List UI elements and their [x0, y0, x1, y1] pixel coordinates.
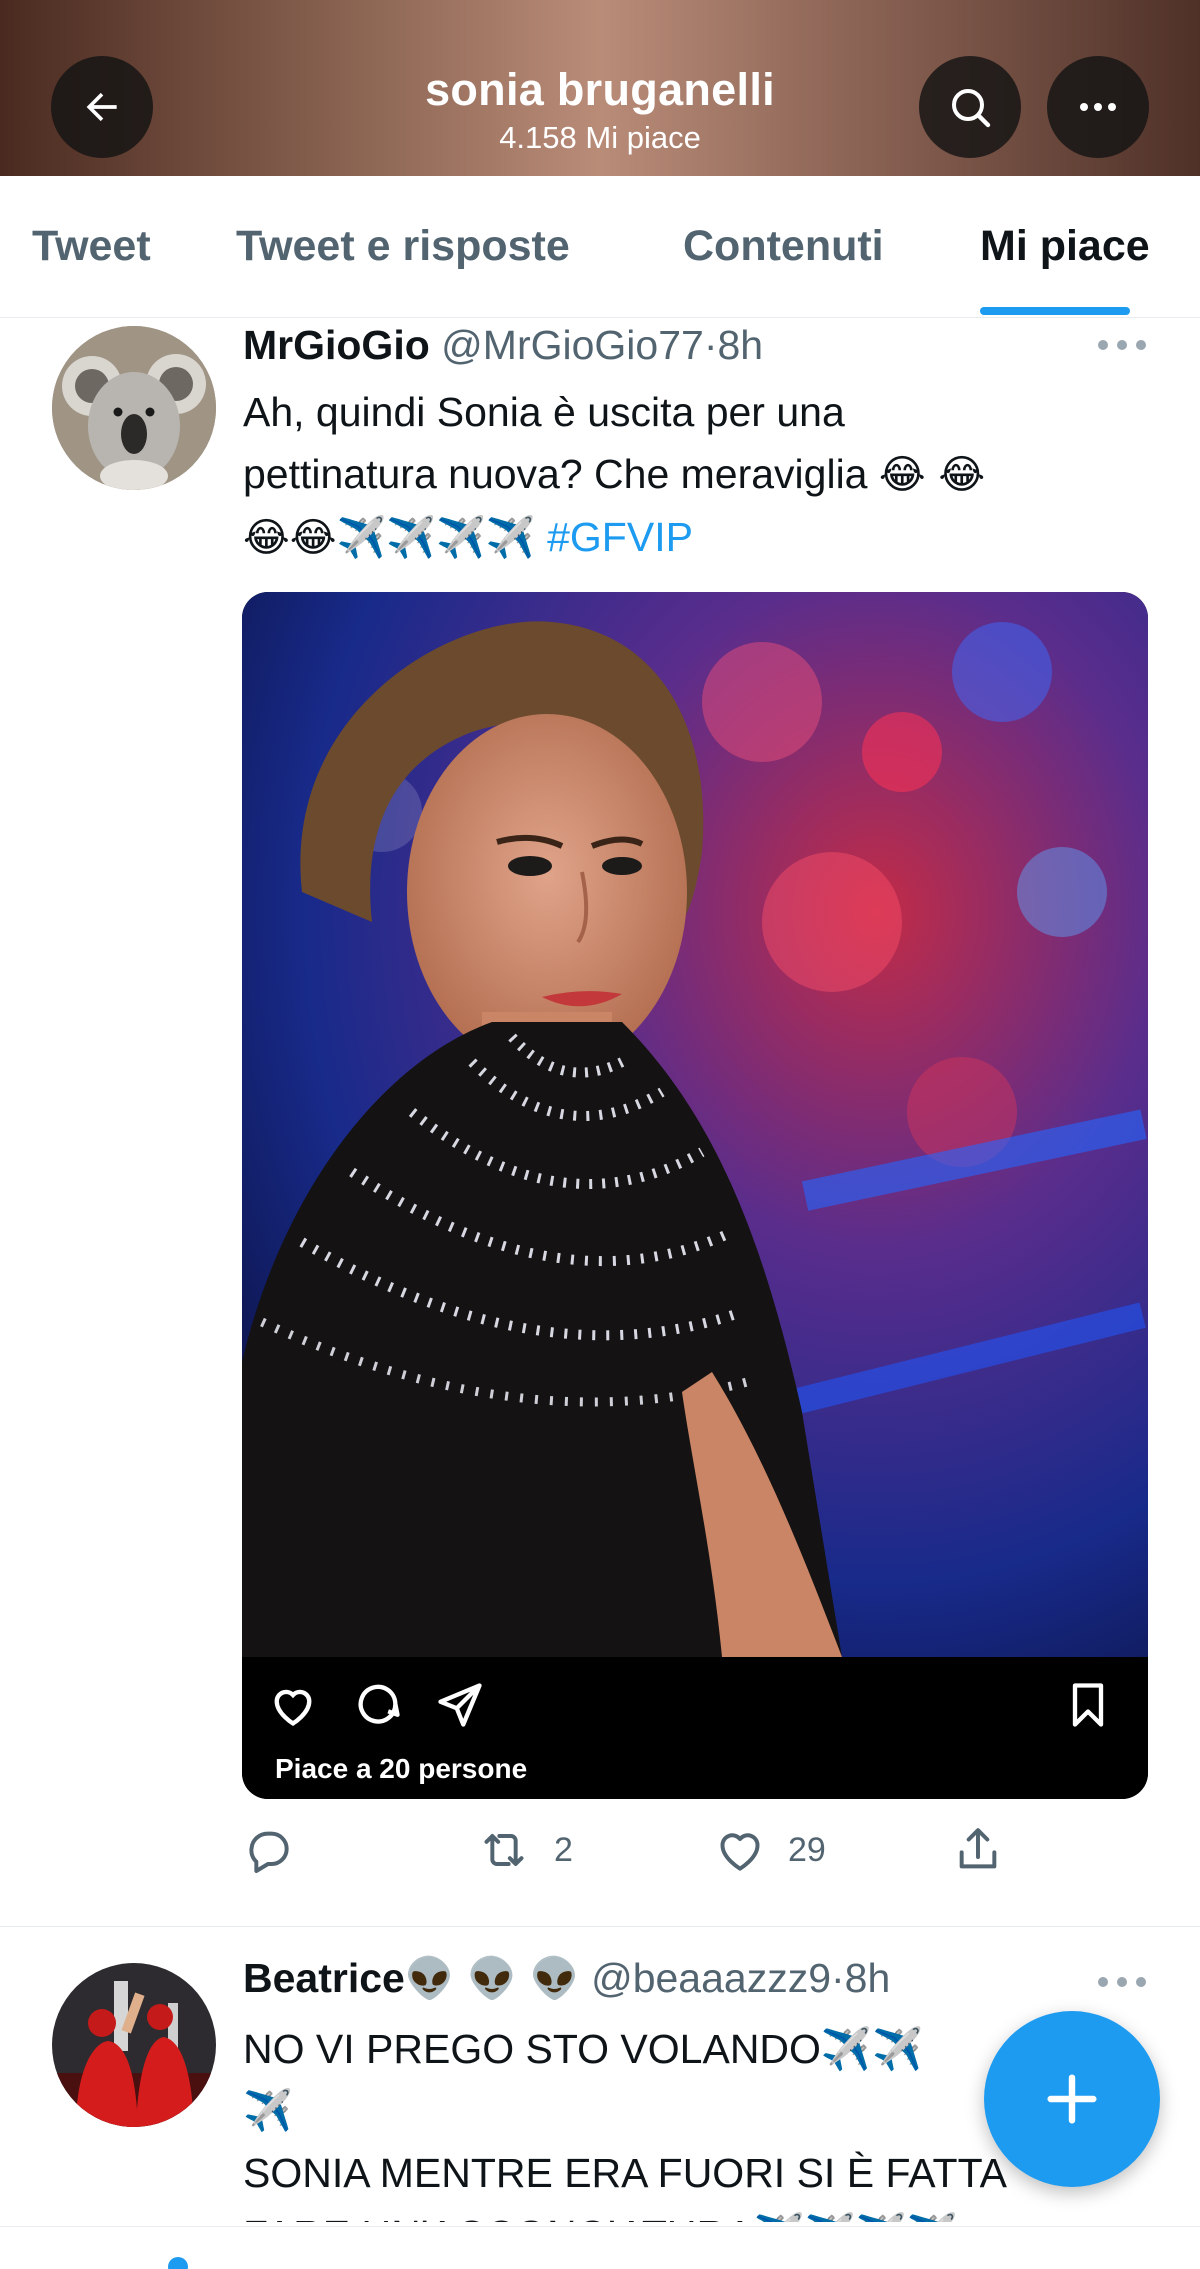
likes-count: 4.158 Mi piace	[499, 120, 701, 155]
back-button[interactable]	[51, 56, 153, 158]
tweet-time[interactable]: 8h	[717, 322, 763, 368]
heart-icon[interactable]	[267, 1679, 319, 1731]
dot-icon	[1136, 1977, 1146, 1987]
more-horizontal-icon	[1080, 103, 1116, 111]
ferrari-avatar-image	[52, 1963, 216, 2127]
koala-avatar-image	[52, 326, 216, 490]
tweet-header: MrGioGio @MrGioGio77·8h	[243, 322, 763, 369]
dot-icon	[1136, 340, 1146, 350]
author-handle[interactable]: @MrGioGio77	[441, 322, 704, 368]
tab-tweet-e-risposte[interactable]: Tweet e risposte	[236, 222, 570, 271]
profile-tabs: Tweet Tweet e risposte Contenuti Mi piac…	[0, 176, 1200, 318]
tab-mi-piace[interactable]: Mi piace	[980, 222, 1150, 271]
like-count: 29	[788, 1830, 826, 1869]
notification-dot	[168, 2257, 188, 2269]
retweet-icon	[484, 1834, 524, 1866]
share-button[interactable]	[950, 1820, 1006, 1880]
separator-dot: ·	[703, 322, 718, 368]
tweet-time[interactable]: 8h	[845, 1955, 891, 2001]
avatar[interactable]	[52, 326, 216, 490]
tweet-divider	[0, 1926, 1200, 1927]
embedded-media[interactable]: Piace a 20 persone	[242, 592, 1148, 1799]
tweet-text-line: Ah, quindi Sonia è uscita per una	[243, 389, 845, 435]
profile-name: sonia bruganelli	[425, 64, 775, 115]
search-button[interactable]	[919, 56, 1021, 158]
post-likes-text: Piace a 20 persone	[275, 1753, 528, 1784]
send-icon[interactable]	[434, 1679, 486, 1731]
bottom-nav-border	[0, 2226, 1200, 2227]
arrow-left-icon	[86, 92, 117, 122]
avatar[interactable]	[52, 1963, 216, 2127]
tab-contenuti[interactable]: Contenuti	[683, 222, 884, 271]
author-handle[interactable]: @beaaazzz9	[591, 1955, 831, 2001]
tab-tweet[interactable]: Tweet	[32, 222, 151, 271]
profile-header: sonia bruganelli 4.158 Mi piace	[0, 0, 1200, 176]
tweet-text-line: pettinatura nuova? Che meraviglia 😂 😂	[243, 451, 986, 498]
tweet-text-line: FARE UN'ACCONCIATURA✈️✈️✈️✈️	[243, 2204, 1143, 2222]
reply-icon	[249, 1831, 289, 1873]
search-icon	[952, 89, 991, 128]
share-icon	[959, 1828, 997, 1869]
hashtag-link[interactable]: #GFVIP	[547, 514, 693, 560]
separator-dot: ·	[831, 1955, 845, 2001]
author-name[interactable]: Beatrice	[243, 1955, 405, 2001]
tweet-header: Beatrice👽 👽 👽 @beaaazzz9·8h	[243, 1955, 890, 2002]
retweet-button[interactable]: 2	[474, 1820, 573, 1880]
tweet-more-button[interactable]	[1098, 340, 1148, 352]
dot-icon	[1098, 340, 1108, 350]
dot-icon	[1098, 1977, 1108, 1987]
tweet-more-button[interactable]	[1098, 1977, 1148, 1989]
active-tab-indicator	[980, 307, 1130, 315]
tweet-text: Ah, quindi Sonia è uscita per una pettin…	[243, 381, 1143, 569]
tweet-text-line: 😂😂✈️✈️✈️✈️ #GFVIP	[243, 506, 1143, 569]
plus-icon	[1047, 2074, 1097, 2124]
like-button[interactable]: 29	[712, 1820, 826, 1880]
dot-icon	[1117, 1977, 1127, 1987]
embedded-post-footer: Piace a 20 persone	[242, 1657, 1148, 1799]
author-name[interactable]: MrGioGio	[243, 322, 430, 368]
tweet-actions: 2 29	[0, 1820, 1200, 1890]
compose-tweet-button[interactable]	[984, 2011, 1160, 2187]
dot-icon	[1117, 340, 1127, 350]
alien-emoji: 👽 👽 👽	[404, 1956, 580, 2002]
reply-button[interactable]	[240, 1820, 296, 1880]
emoji-sequence: 😂😂✈️✈️✈️✈️	[243, 515, 536, 561]
more-options-button[interactable]	[1047, 56, 1149, 158]
heart-icon	[720, 1833, 760, 1871]
retweet-count: 2	[554, 1830, 573, 1869]
bookmark-icon[interactable]	[1062, 1679, 1114, 1731]
laughing-emoji: 😂 😂	[878, 452, 986, 498]
post-photo	[242, 592, 1148, 1657]
comment-icon[interactable]	[352, 1679, 404, 1731]
